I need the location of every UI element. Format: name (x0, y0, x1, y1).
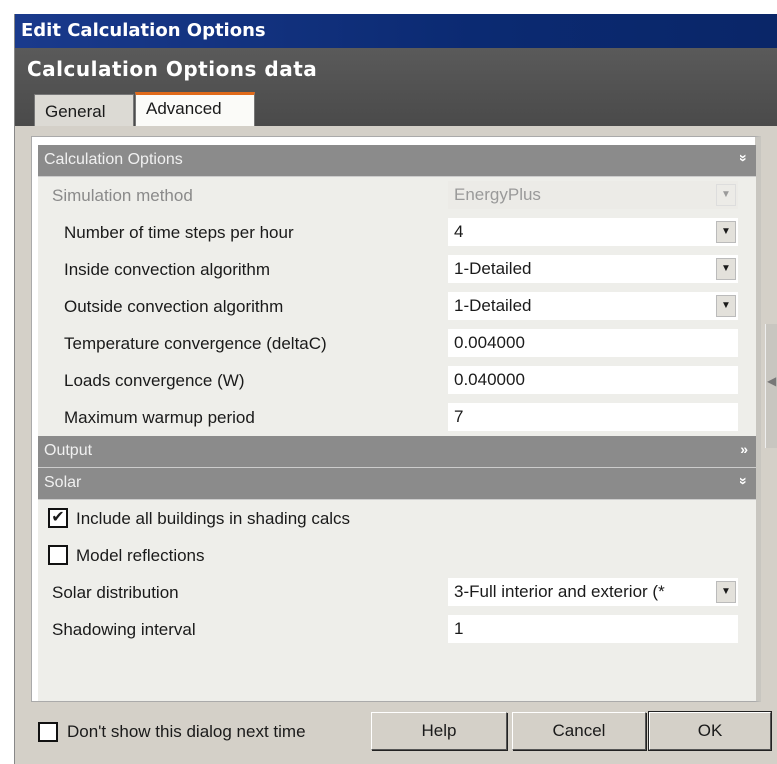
help-button[interactable]: Help (371, 712, 507, 750)
inside-convection-select[interactable]: 1-Detailed ▼ (448, 255, 738, 283)
section-calculation-options[interactable]: Calculation Options » (38, 145, 756, 177)
maximum-warmup-label: Maximum warmup period (64, 408, 255, 427)
inside-convection-value: 1-Detailed (454, 259, 532, 278)
include-buildings-checkbox[interactable]: ✔ (48, 508, 68, 528)
ok-button[interactable]: OK (648, 711, 772, 751)
solar-distribution-label: Solar distribution (52, 583, 179, 602)
solar-distribution-value: 3-Full interior and exterior (* (454, 582, 665, 601)
section-output[interactable]: Output » (38, 436, 756, 468)
dont-show-label: Don't show this dialog next time (67, 722, 306, 741)
dropdown-arrow-icon[interactable]: ▼ (716, 258, 736, 280)
row-include-buildings: ✔ Include all buildings in shading calcs (38, 500, 756, 537)
dropdown-arrow-icon[interactable]: ▼ (716, 581, 736, 603)
simulation-method-select: EnergyPlus ▼ (448, 181, 738, 209)
inside-convection-label: Inside convection algorithm (64, 260, 271, 279)
temperature-convergence-input[interactable]: 0.004000 (448, 329, 738, 357)
collapse-arrow-icon[interactable]: ◀ (767, 374, 776, 388)
loads-convergence-label: Loads convergence (W) (64, 371, 245, 390)
model-reflections-checkbox[interactable] (48, 545, 68, 565)
time-steps-value: 4 (454, 222, 464, 241)
collapse-chevron-icon[interactable]: » (736, 154, 752, 162)
expand-chevron-icon[interactable]: » (740, 441, 748, 457)
tab-advanced[interactable]: Advanced (135, 92, 255, 126)
row-maximum-warmup: Maximum warmup period 7 (38, 399, 756, 436)
dialog-window: Edit Calculation Options Calculation Opt… (14, 14, 777, 764)
simulation-method-value: EnergyPlus (454, 185, 541, 204)
window-title: Edit Calculation Options (15, 14, 777, 48)
dropdown-arrow-icon[interactable]: ▼ (716, 221, 736, 243)
dropdown-arrow-icon: ▼ (716, 184, 736, 206)
simulation-method-label: Simulation method (52, 186, 193, 205)
row-time-steps: Number of time steps per hour 4 ▼ (38, 214, 756, 251)
section-label: Calculation Options (44, 151, 183, 168)
shadowing-interval-label: Shadowing interval (52, 620, 196, 639)
row-simulation-method: Simulation method EnergyPlus ▼ (38, 177, 756, 214)
collapse-chevron-icon[interactable]: » (736, 477, 752, 485)
dialog-footer: Don't show this dialog next time Help Ca… (15, 702, 777, 764)
include-buildings-label: Include all buildings in shading calcs (76, 509, 351, 528)
row-inside-convection: Inside convection algorithm 1-Detailed ▼ (38, 251, 756, 288)
time-steps-label: Number of time steps per hour (64, 223, 294, 242)
row-temperature-convergence: Temperature convergence (deltaC) 0.00400… (38, 325, 756, 362)
page-title: Calculation Options data (27, 57, 318, 81)
dont-show-checkbox[interactable] (38, 722, 58, 742)
options-panel: Calculation Options » Simulation method … (31, 136, 761, 702)
row-shadowing-interval: Shadowing interval 1 (38, 611, 756, 648)
row-outside-convection: Outside convection algorithm 1-Detailed … (38, 288, 756, 325)
row-solar-distribution: Solar distribution 3-Full interior and e… (38, 574, 756, 611)
maximum-warmup-input[interactable]: 7 (448, 403, 738, 431)
model-reflections-label: Model reflections (76, 546, 205, 565)
side-panel-handle[interactable]: ◀ (765, 324, 777, 448)
row-loads-convergence: Loads convergence (W) 0.040000 (38, 362, 756, 399)
tab-general[interactable]: General (34, 94, 134, 126)
shadowing-interval-input[interactable]: 1 (448, 615, 738, 643)
section-label: Solar (44, 474, 82, 491)
solar-distribution-select[interactable]: 3-Full interior and exterior (* ▼ (448, 578, 738, 606)
dialog-header: Calculation Options data General Advance… (15, 48, 777, 126)
loads-convergence-input[interactable]: 0.040000 (448, 366, 738, 394)
outside-convection-select[interactable]: 1-Detailed ▼ (448, 292, 738, 320)
time-steps-select[interactable]: 4 ▼ (448, 218, 738, 246)
options-list: Calculation Options » Simulation method … (38, 145, 756, 701)
section-solar[interactable]: Solar » (38, 468, 756, 500)
dropdown-arrow-icon[interactable]: ▼ (716, 295, 736, 317)
cancel-button[interactable]: Cancel (512, 712, 646, 750)
temperature-convergence-label: Temperature convergence (deltaC) (64, 334, 327, 353)
section-label: Output (44, 442, 93, 459)
outside-convection-label: Outside convection algorithm (64, 297, 284, 316)
row-model-reflections: Model reflections (38, 537, 756, 574)
outside-convection-value: 1-Detailed (454, 296, 532, 315)
